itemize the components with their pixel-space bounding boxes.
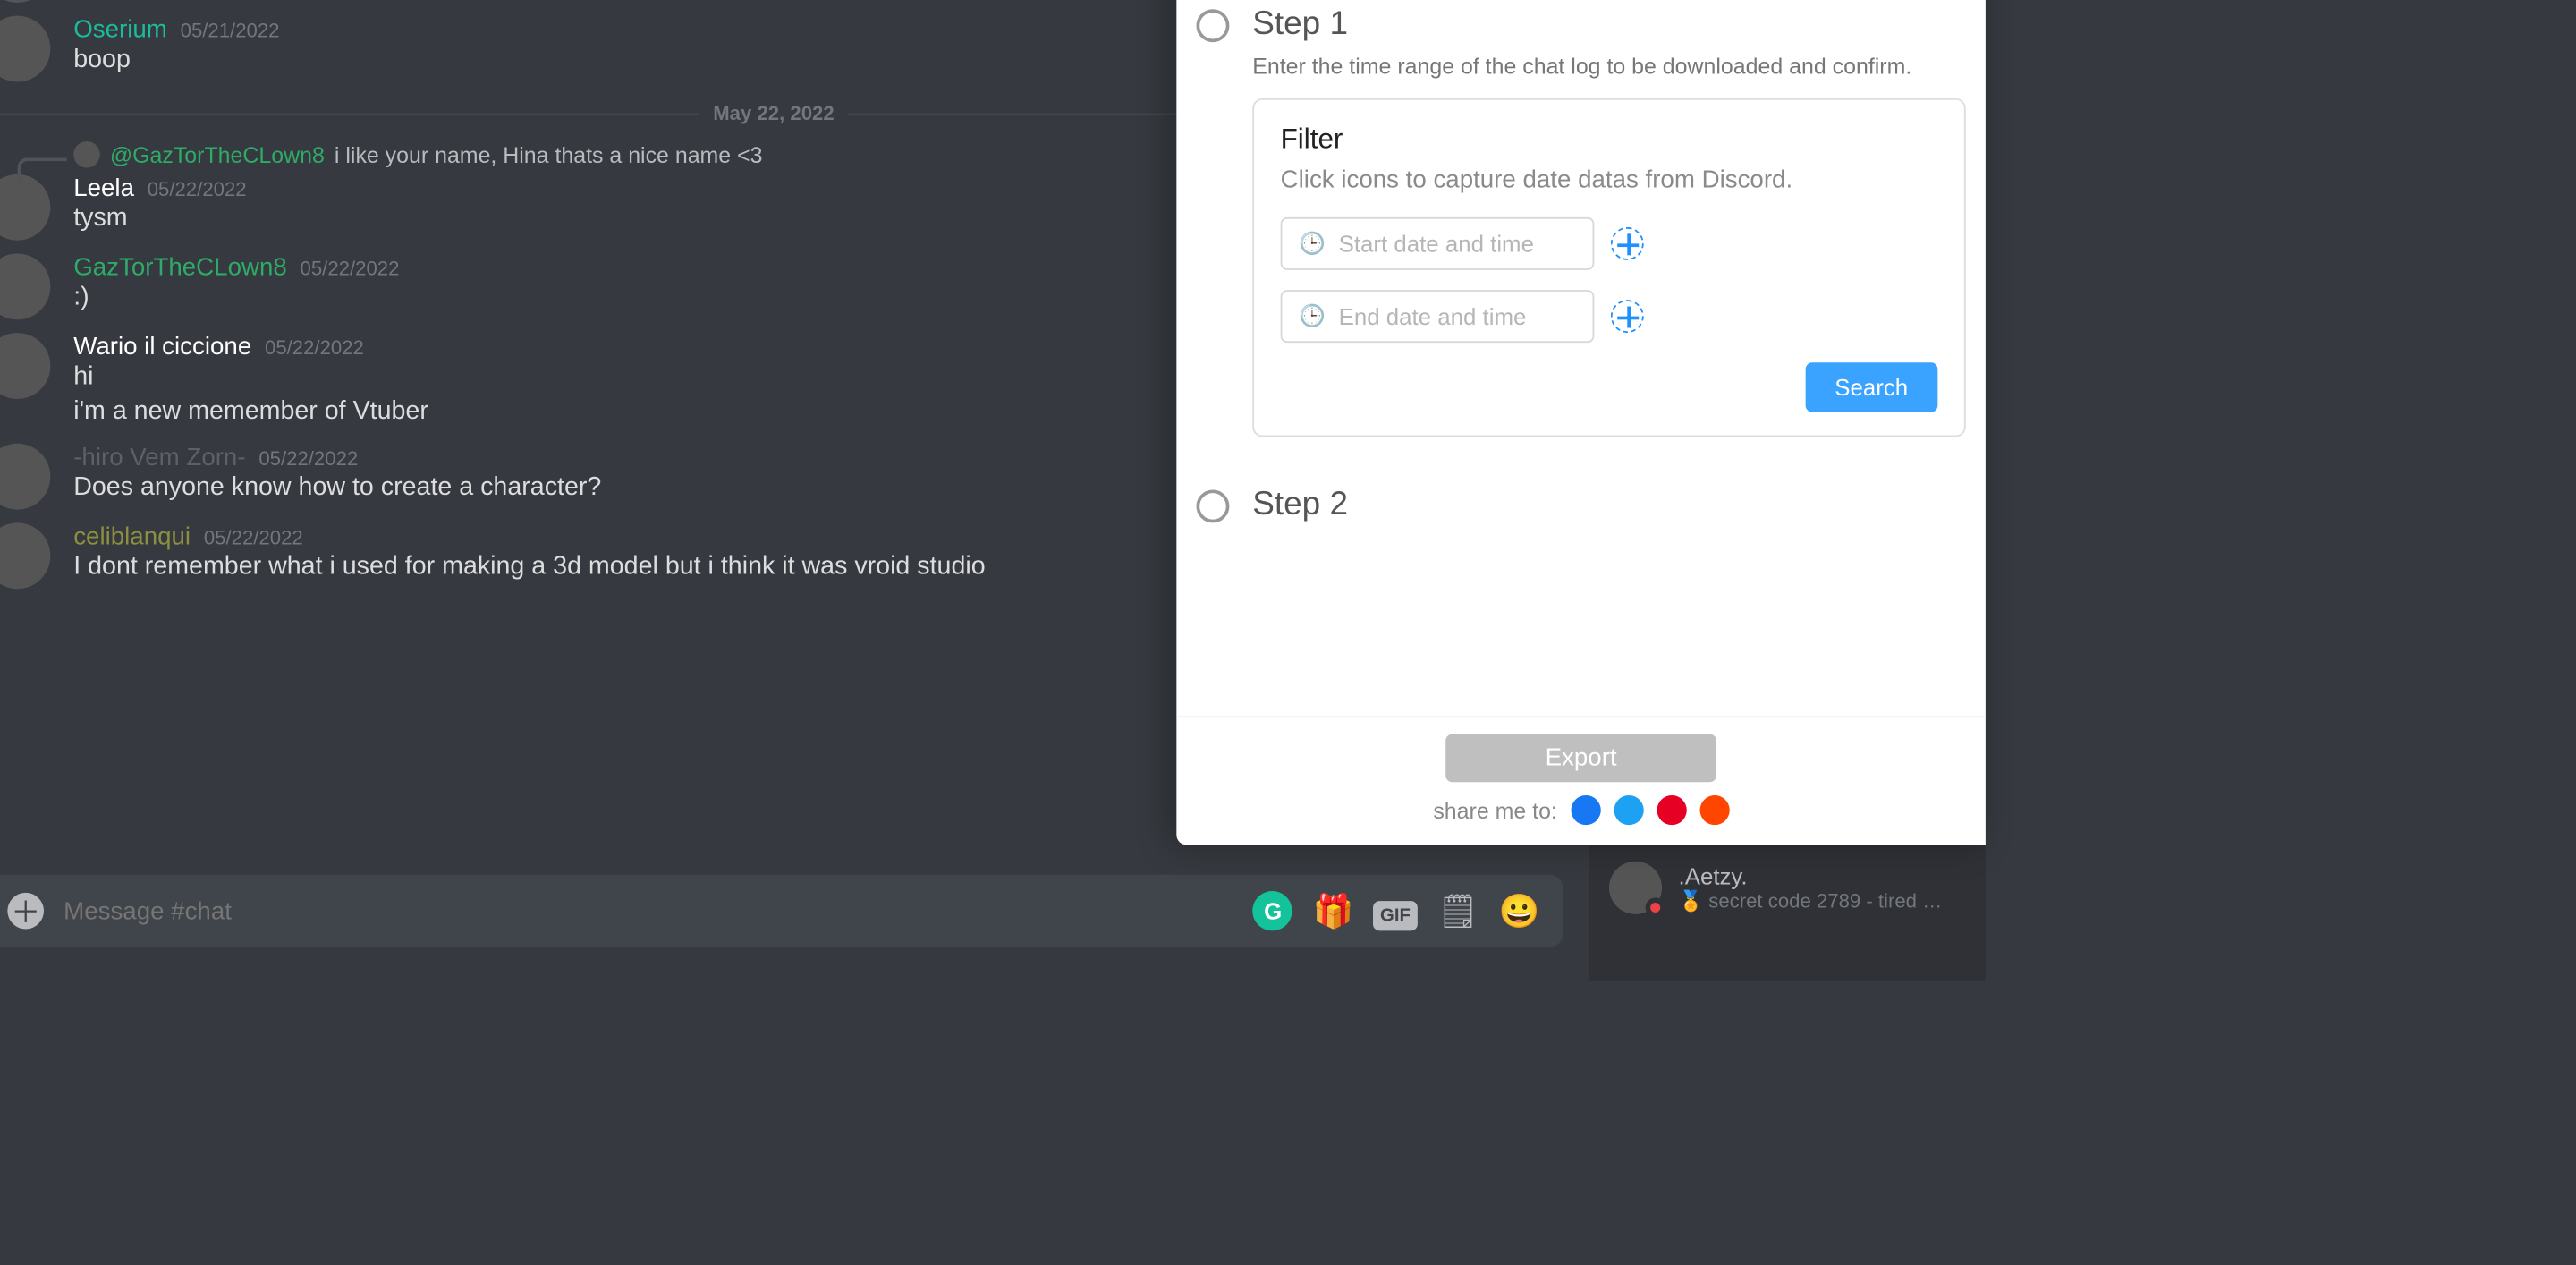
end-date-input[interactable]: 🕒End date and time	[1281, 290, 1595, 343]
capture-start-button[interactable]	[1611, 227, 1644, 260]
avatar[interactable]	[0, 333, 50, 399]
chat-input[interactable]: ＋ G 🎁 GIF 🗒 😀	[0, 875, 1563, 947]
message-input[interactable]	[64, 896, 1233, 924]
chat-input-row: ＋ G 🎁 GIF 🗒 😀	[0, 875, 1589, 981]
step-1-label: Step 1	[1252, 6, 1965, 44]
step-indicator	[1196, 9, 1229, 42]
clock-icon: 🕒	[1299, 303, 1326, 330]
facebook-icon[interactable]	[1571, 795, 1600, 825]
sticker-icon[interactable]: 🗒	[1436, 890, 1479, 931]
step-indicator	[1196, 489, 1229, 522]
avatar[interactable]	[0, 253, 50, 319]
member-name: .Aetzy.	[1679, 863, 1748, 890]
avatar[interactable]	[0, 443, 50, 509]
avatar	[1609, 862, 1662, 914]
emoji-icon[interactable]: 😀	[1498, 890, 1539, 931]
exporter-panel: ›› Discord Chat Exporter Live3d | Vtuber…	[1176, 0, 1986, 845]
message-author[interactable]: GazTorTheCLown8	[73, 253, 287, 281]
gif-button[interactable]: GIF	[1374, 892, 1418, 930]
pinterest-icon[interactable]	[1657, 795, 1686, 825]
message-author[interactable]: Wario il ciccione	[73, 333, 251, 361]
gift-icon[interactable]: 🎁	[1313, 890, 1354, 931]
message-author[interactable]: Oserium	[73, 16, 167, 44]
message-author[interactable]: Leela	[73, 174, 134, 202]
grammarly-icon[interactable]: G	[1253, 891, 1292, 930]
reddit-icon[interactable]	[1699, 795, 1729, 825]
message-timestamp: 05/22/2022	[265, 336, 364, 360]
step-2-label: Step 2	[1252, 487, 1348, 524]
message-author[interactable]: -hiro Vem Zorn-	[73, 443, 245, 471]
attach-button[interactable]: ＋	[7, 893, 44, 930]
twitter-icon[interactable]	[1614, 795, 1643, 825]
filter-hint: Click icons to capture date datas from D…	[1281, 166, 1938, 194]
avatar[interactable]	[0, 522, 50, 589]
avatar[interactable]	[0, 16, 50, 82]
search-button[interactable]: Search	[1805, 362, 1937, 412]
share-row: share me to:	[1203, 795, 1959, 825]
step-1-desc: Enter the time range of the chat log to …	[1252, 54, 1965, 79]
clock-icon: 🕒	[1299, 231, 1326, 258]
filter-card: Filter Click icons to capture date datas…	[1252, 98, 1965, 437]
start-date-input[interactable]: 🕒Start date and time	[1281, 217, 1595, 270]
avatar[interactable]	[0, 0, 50, 3]
export-button[interactable]: Export	[1446, 734, 1716, 783]
message-author[interactable]: celiblanqui	[73, 522, 191, 550]
filter-title: Filter	[1281, 123, 1938, 157]
message-timestamp: 05/22/2022	[204, 526, 303, 549]
member-status: 🏅 secret code 2789 - tired of …	[1679, 889, 1943, 913]
avatar[interactable]	[0, 174, 50, 241]
message-timestamp: 05/21/2022	[181, 19, 280, 42]
message-timestamp: 05/22/2022	[258, 446, 358, 470]
capture-end-button[interactable]	[1611, 300, 1644, 333]
message-timestamp: 05/22/2022	[301, 257, 400, 280]
message-timestamp: 05/22/2022	[148, 178, 247, 201]
member-row[interactable]: .Aetzy. 🏅 secret code 2789 - tired of …	[1603, 852, 1973, 924]
